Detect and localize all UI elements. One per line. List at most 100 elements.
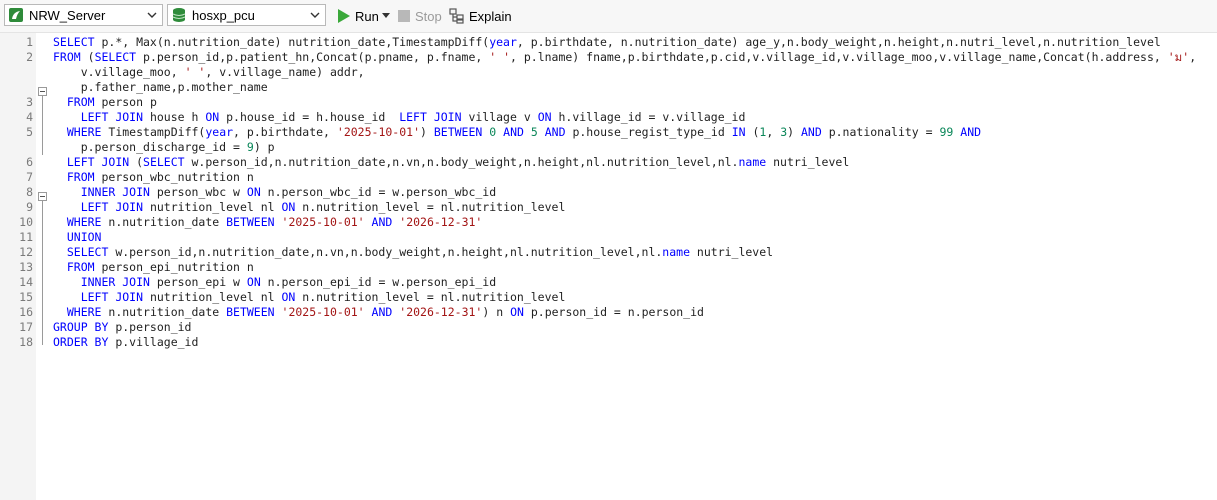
code-text: LEFT JOIN nutrition_level nl ON n.nutrit… [53, 290, 566, 305]
code-token: AND [801, 125, 822, 139]
connection-icon [9, 8, 23, 22]
code-token: n.person_epi_id = w.person_epi_id [260, 275, 497, 289]
code-token: ON [281, 290, 296, 304]
code-token: FROM [66, 95, 95, 109]
line-number: 5 [26, 125, 33, 139]
explain-button[interactable]: Explain [449, 6, 512, 26]
connection-name: NRW_Server [29, 8, 106, 23]
code-token: , p.birthdate, [233, 125, 337, 139]
code-token: , v.village_name) addr, [205, 65, 365, 79]
sql-editor[interactable]: 1 SELECT p.*, Max(n.nutrition_date) nutri… [0, 33, 1217, 500]
code-token: GROUP BY [53, 320, 109, 334]
code-token: LEFT JOIN [80, 290, 144, 304]
code-line[interactable]: p.person_discharge_id = 9) p [0, 140, 1217, 155]
line-number: 18 [19, 335, 33, 349]
code-line[interactable]: 9 LEFT JOIN nutrition_level nl ON n.nutr… [0, 200, 1217, 215]
code-line[interactable]: 3 FROM person p [0, 95, 1217, 110]
code-line[interactable]: 16 WHERE n.nutrition_date BETWEEN '2025-… [0, 305, 1217, 320]
code-line[interactable]: 7 FROM person_wbc_nutrition n [0, 170, 1217, 185]
code-token: UNION [66, 230, 102, 244]
line-number: 2 [26, 50, 33, 64]
code-token: SELECT [94, 50, 137, 64]
fold-toggle-icon[interactable] [38, 87, 47, 96]
stop-button[interactable]: Stop [397, 6, 442, 26]
code-token: 9 [246, 140, 254, 154]
code-token: '2025-10-01' [281, 215, 365, 229]
explain-icon [449, 8, 464, 24]
code-token: p.person_id [108, 320, 192, 334]
code-token: name [738, 155, 767, 169]
code-line[interactable]: 18 ORDER BY p.village_id [0, 335, 1217, 350]
code-token: house h [143, 110, 206, 124]
code-token: year [489, 35, 517, 49]
code-token: ON [281, 200, 296, 214]
code-text: INNER JOIN person_wbc w ON n.person_wbc_… [53, 185, 496, 200]
code-token: name [662, 245, 690, 259]
code-token: WHERE [66, 215, 102, 229]
code-token: LEFT JOIN [399, 110, 462, 124]
code-line[interactable]: 17 GROUP BY p.person_id [0, 320, 1217, 335]
code-text: v.village_moo, ' ', v.village_name) addr… [53, 65, 365, 80]
code-token: ( [129, 155, 144, 169]
code-line[interactable]: p.father_name,p.mother_name [0, 80, 1217, 95]
code-token: w.person_id,n.nutrition_date,n.vn,n.body… [184, 155, 739, 169]
code-line[interactable]: 12 SELECT w.person_id,n.nutrition_date,n… [0, 245, 1217, 260]
database-icon [172, 8, 186, 22]
code-text: WHERE TimestampDiff(year, p.birthdate, '… [53, 125, 981, 140]
code-text: SELECT w.person_id,n.nutrition_date,n.vn… [53, 245, 773, 260]
code-line[interactable]: 1 SELECT p.*, Max(n.nutrition_date) nutri… [0, 35, 1217, 50]
line-number: 4 [26, 110, 33, 124]
fold-guide [42, 201, 43, 345]
code-token: ( [745, 125, 760, 139]
line-number: 11 [19, 230, 33, 244]
code-token: AND [503, 125, 524, 139]
code-line[interactable]: 4 LEFT JOIN house h ON p.house_id = h.ho… [0, 110, 1217, 125]
code-line[interactable]: 10 WHERE n.nutrition_date BETWEEN '2025-… [0, 215, 1217, 230]
database-select[interactable]: hosxp_pcu [167, 4, 326, 26]
code-text: GROUP BY p.person_id [53, 320, 191, 335]
code-token: nutrition_level nl [143, 200, 282, 214]
code-text: LEFT JOIN (SELECT w.person_id,n.nutritio… [53, 155, 849, 170]
database-name: hosxp_pcu [192, 8, 255, 23]
code-token: LEFT JOIN [66, 155, 130, 169]
query-toolbar: NRW_Server hosxp_pcu Run Stop Explain [0, 0, 1217, 33]
code-token: ) n [482, 305, 511, 319]
line-number: 6 [26, 155, 33, 169]
code-token: , [1189, 50, 1197, 64]
caret-down-icon[interactable] [382, 13, 390, 18]
run-button[interactable]: Run [336, 6, 390, 26]
code-token: , p.birthdate, n.nutrition_date) age_y,n… [516, 35, 1161, 49]
line-number: 13 [19, 260, 33, 274]
code-line[interactable]: v.village_moo, ' ', v.village_name) addr… [0, 65, 1217, 80]
code-line[interactable]: 8 INNER JOIN person_wbc w ON n.person_wb… [0, 185, 1217, 200]
code-line[interactable]: 13 FROM person_epi_nutrition n [0, 260, 1217, 275]
code-line[interactable]: 11 UNION [0, 230, 1217, 245]
code-token: TimestampDiff( [101, 125, 206, 139]
line-number: 3 [26, 95, 33, 109]
code-token: ' ' [489, 50, 510, 64]
code-line[interactable]: 15 LEFT JOIN nutrition_level nl ON n.nut… [0, 290, 1217, 305]
connection-select[interactable]: NRW_Server [4, 4, 163, 26]
code-token: p.person_id,p.patient_hn,Concat(p.pname,… [136, 50, 490, 64]
code-line[interactable]: 6 LEFT JOIN (SELECT w.person_id,n.nutrit… [0, 155, 1217, 170]
code-token: w.person_id,n.nutrition_date,n.vn,n.body… [108, 245, 663, 259]
fold-toggle-icon[interactable] [38, 192, 47, 201]
line-number: 15 [19, 290, 33, 304]
code-line[interactable]: 2 FROM (SELECT p.person_id,p.patient_hn,C… [0, 50, 1217, 65]
code-token: WHERE [66, 125, 102, 139]
code-line[interactable]: 5 WHERE TimestampDiff(year, p.birthdate,… [0, 125, 1217, 140]
code-token: SELECT [53, 35, 95, 49]
code-token: BETWEEN [226, 215, 275, 229]
code-token: ON [246, 275, 261, 289]
code-text: p.person_discharge_id = 9) p [53, 140, 275, 155]
code-token: n.nutrition_date [101, 305, 227, 319]
code-line[interactable]: 14 INNER JOIN person_epi w ON n.person_e… [0, 275, 1217, 290]
code-token: ' ' [184, 65, 206, 79]
code-token: person p [94, 95, 157, 109]
